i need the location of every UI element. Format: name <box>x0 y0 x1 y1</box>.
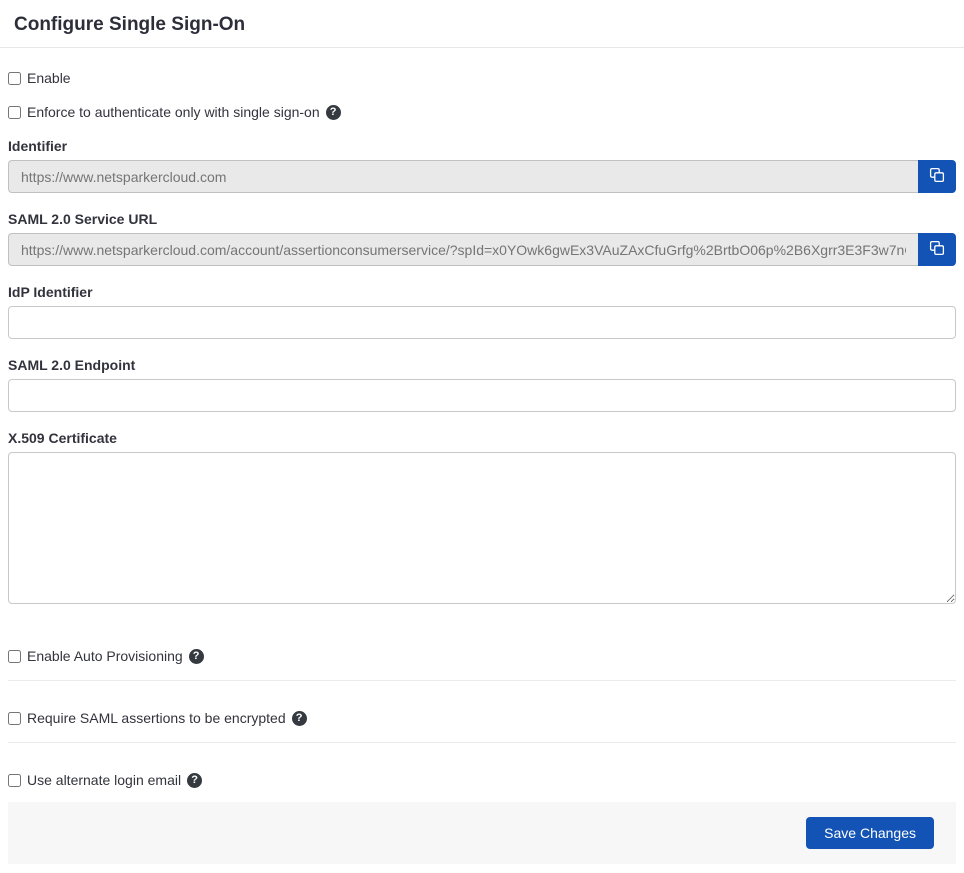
enforce-sso-checkbox-row[interactable]: Enforce to authenticate only with single… <box>8 104 956 120</box>
auto-provisioning-checkbox[interactable] <box>8 650 21 663</box>
saml-service-url-field-group: SAML 2.0 Service URL <box>8 211 956 266</box>
saml-endpoint-input[interactable] <box>8 379 956 412</box>
saml-service-url-input-group <box>8 233 956 266</box>
x509-certificate-textarea[interactable] <box>8 452 956 604</box>
require-encryption-checkbox[interactable] <box>8 712 21 725</box>
divider <box>8 742 956 743</box>
saml-service-url-label: SAML 2.0 Service URL <box>8 211 956 227</box>
top-checkbox-group: Enable Enforce to authenticate only with… <box>8 70 956 120</box>
identifier-field-group: Identifier <box>8 138 956 193</box>
help-icon[interactable]: ? <box>187 773 202 788</box>
enforce-sso-checkbox-label: Enforce to authenticate only with single… <box>27 104 320 120</box>
idp-identifier-input[interactable] <box>8 306 956 339</box>
enable-checkbox[interactable] <box>8 72 21 85</box>
sso-form: Enable Enforce to authenticate only with… <box>0 70 964 864</box>
require-encryption-checkbox-label: Require SAML assertions to be encrypted <box>27 710 286 726</box>
idp-identifier-field-group: IdP Identifier <box>8 284 956 339</box>
divider <box>8 680 956 681</box>
alternate-login-email-checkbox-row[interactable]: Use alternate login email ? <box>8 772 956 788</box>
saml-service-url-input[interactable] <box>8 233 918 266</box>
page-header: Configure Single Sign-On <box>0 0 964 48</box>
alternate-login-email-checkbox[interactable] <box>8 774 21 787</box>
identifier-input-group <box>8 160 956 193</box>
copy-saml-service-url-button[interactable] <box>918 233 956 266</box>
idp-identifier-label: IdP Identifier <box>8 284 956 300</box>
copy-identifier-button[interactable] <box>918 160 956 193</box>
enable-checkbox-row[interactable]: Enable <box>8 70 956 86</box>
x509-certificate-label: X.509 Certificate <box>8 430 956 446</box>
form-footer: Save Changes <box>8 802 956 864</box>
auto-provisioning-checkbox-label: Enable Auto Provisioning <box>27 648 183 664</box>
bottom-checkbox-group: Enable Auto Provisioning ? Require SAML … <box>8 648 956 788</box>
saml-endpoint-label: SAML 2.0 Endpoint <box>8 357 956 373</box>
enforce-sso-checkbox[interactable] <box>8 106 21 119</box>
help-icon[interactable]: ? <box>292 711 307 726</box>
auto-provisioning-checkbox-row[interactable]: Enable Auto Provisioning ? <box>8 648 956 664</box>
help-icon[interactable]: ? <box>189 649 204 664</box>
alternate-login-email-checkbox-label: Use alternate login email <box>27 772 181 788</box>
saml-endpoint-field-group: SAML 2.0 Endpoint <box>8 357 956 412</box>
help-icon[interactable]: ? <box>326 105 341 120</box>
copy-icon <box>929 240 945 259</box>
copy-icon <box>929 167 945 186</box>
save-changes-button[interactable]: Save Changes <box>806 817 934 849</box>
identifier-label: Identifier <box>8 138 956 154</box>
page-title: Configure Single Sign-On <box>14 14 245 35</box>
identifier-input[interactable] <box>8 160 918 193</box>
x509-certificate-field-group: X.509 Certificate <box>8 430 956 604</box>
enable-checkbox-label: Enable <box>27 70 71 86</box>
require-encryption-checkbox-row[interactable]: Require SAML assertions to be encrypted … <box>8 710 956 726</box>
